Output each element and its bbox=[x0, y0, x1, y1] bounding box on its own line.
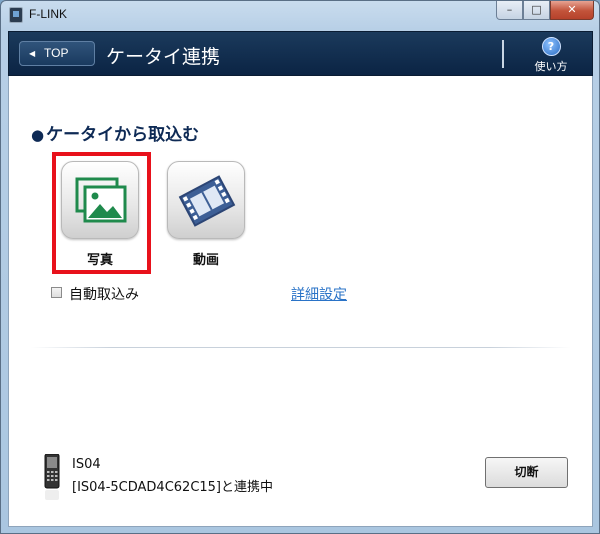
window-controls: – □ ✕ bbox=[496, 1, 594, 20]
page-title: ケータイ連携 bbox=[106, 46, 221, 68]
device-status: [IS04-5CDAD4C62C15]と連携中 bbox=[72, 480, 274, 495]
film-icon bbox=[178, 175, 236, 227]
window-title: F-LINK bbox=[29, 7, 68, 21]
divider bbox=[31, 347, 571, 348]
video-label: 動画 bbox=[192, 253, 219, 268]
app-icon bbox=[9, 7, 23, 23]
main-panel: ● ケータイから取込む 写真 動画 自動取込み 詳細設定 IS04 [IS04-… bbox=[8, 76, 593, 527]
app-window: F-LINK – □ ✕ ◀ TOP ケータイ連携 ? 使い方 ● ケータイから取… bbox=[0, 0, 600, 534]
header-bar: ◀ TOP ケータイ連携 ? 使い方 bbox=[8, 31, 593, 76]
help-button[interactable]: ? 使い方 bbox=[521, 36, 581, 74]
close-button[interactable]: ✕ bbox=[550, 1, 594, 20]
device-name: IS04 bbox=[72, 457, 101, 472]
top-button-label: TOP bbox=[44, 46, 69, 60]
section-title-text: ケータイから取込む bbox=[46, 125, 200, 145]
back-arrow-icon: ◀ bbox=[29, 49, 36, 58]
disconnect-button[interactable]: 切断 bbox=[485, 457, 568, 488]
detail-settings-link[interactable]: 詳細設定 bbox=[291, 284, 347, 304]
bullet-icon: ● bbox=[31, 126, 45, 144]
top-button[interactable]: ◀ TOP bbox=[19, 41, 95, 66]
photo-label: 写真 bbox=[86, 253, 113, 268]
auto-import-checkbox[interactable] bbox=[51, 287, 62, 298]
help-label: 使い方 bbox=[534, 60, 568, 73]
title-bar[interactable]: F-LINK – □ ✕ bbox=[1, 1, 599, 29]
help-icon: ? bbox=[541, 37, 561, 56]
minimize-button[interactable]: – bbox=[496, 1, 523, 20]
video-button[interactable] bbox=[167, 161, 245, 239]
section-title: ● ケータイから取込む bbox=[31, 120, 199, 145]
photo-icon bbox=[75, 177, 127, 223]
photo-button[interactable] bbox=[61, 161, 139, 239]
maximize-button[interactable]: □ bbox=[523, 1, 550, 20]
auto-import-label[interactable]: 自動取込み bbox=[69, 284, 139, 304]
phone-icon bbox=[44, 454, 60, 500]
header-divider bbox=[502, 40, 504, 68]
